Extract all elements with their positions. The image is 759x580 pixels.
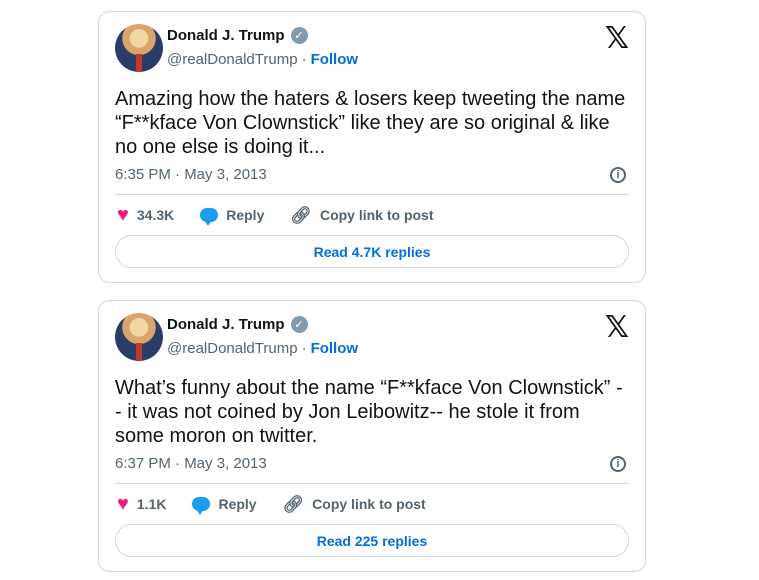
- follow-link[interactable]: Follow: [311, 340, 359, 357]
- handle-row: @realDonaldTrump · Follow: [167, 51, 358, 68]
- like-button[interactable]: ♥ 1.1K: [117, 494, 166, 514]
- action-bar: ♥ 1.1K Reply 🔗︎ Copy link to post: [117, 494, 426, 515]
- reply-button[interactable]: Reply: [200, 207, 265, 226]
- avatar[interactable]: [115, 313, 163, 361]
- author-name[interactable]: Donald J. Trump: [167, 27, 285, 44]
- link-icon: 🔗︎: [282, 494, 305, 514]
- timestamp[interactable]: 6:37 PM · May 3, 2013: [115, 455, 267, 472]
- info-icon[interactable]: i: [610, 455, 626, 472]
- author-name[interactable]: Donald J. Trump: [167, 316, 285, 333]
- divider: [115, 194, 629, 195]
- reply-bubble-icon: [192, 497, 211, 515]
- link-icon: 🔗︎: [290, 205, 312, 225]
- like-count: 1.1K: [136, 496, 167, 512]
- reply-bubble-icon: [200, 208, 219, 226]
- x-logo-icon[interactable]: 𝕏: [605, 313, 629, 343]
- heart-icon: ♥: [117, 493, 129, 515]
- reply-label: Reply: [218, 496, 257, 512]
- reply-button[interactable]: Reply: [192, 496, 257, 515]
- heart-icon: ♥: [117, 204, 129, 226]
- timestamp-row: 6:37 PM · May 3, 2013 i: [115, 455, 629, 472]
- read-replies-button[interactable]: Read 4.7K replies: [115, 235, 629, 268]
- tweet-text: Amazing how the haters & losers keep twe…: [115, 88, 626, 158]
- tweet-card: Donald J. Trump ✓ @realDonaldTrump · Fol…: [98, 300, 646, 572]
- copy-link-button[interactable]: 🔗︎ Copy link to post: [290, 207, 433, 224]
- tweet-text: What’s funny about the name “F**kface Vo…: [115, 377, 623, 447]
- action-bar: ♥ 34.3K Reply 🔗︎ Copy link to post: [117, 205, 434, 226]
- divider: [115, 483, 629, 484]
- read-replies-button[interactable]: Read 225 replies: [115, 524, 629, 557]
- x-logo-icon[interactable]: 𝕏: [605, 24, 629, 54]
- handle-row: @realDonaldTrump · Follow: [167, 340, 358, 357]
- verified-badge-icon: ✓: [290, 316, 308, 333]
- copy-link-label: Copy link to post: [319, 207, 434, 223]
- author-handle[interactable]: @realDonaldTrump: [167, 51, 298, 68]
- author-row: Donald J. Trump ✓: [167, 316, 308, 333]
- verified-badge-icon: ✓: [290, 27, 308, 44]
- separator: ·: [301, 51, 307, 68]
- like-count: 34.3K: [136, 207, 175, 223]
- separator: ·: [301, 340, 307, 357]
- copy-link-label: Copy link to post: [312, 496, 426, 512]
- follow-link[interactable]: Follow: [311, 51, 359, 68]
- like-button[interactable]: ♥ 34.3K: [117, 205, 174, 225]
- timestamp-row: 6:35 PM · May 3, 2013 i: [115, 166, 629, 183]
- copy-link-button[interactable]: 🔗︎ Copy link to post: [283, 496, 426, 513]
- tweet-card: Donald J. Trump ✓ @realDonaldTrump · Fol…: [98, 11, 646, 283]
- info-icon[interactable]: i: [610, 166, 626, 183]
- timestamp[interactable]: 6:35 PM · May 3, 2013: [115, 166, 267, 183]
- author-row: Donald J. Trump ✓: [167, 27, 308, 44]
- reply-label: Reply: [226, 207, 265, 223]
- author-handle[interactable]: @realDonaldTrump: [167, 340, 298, 357]
- avatar[interactable]: [115, 24, 163, 72]
